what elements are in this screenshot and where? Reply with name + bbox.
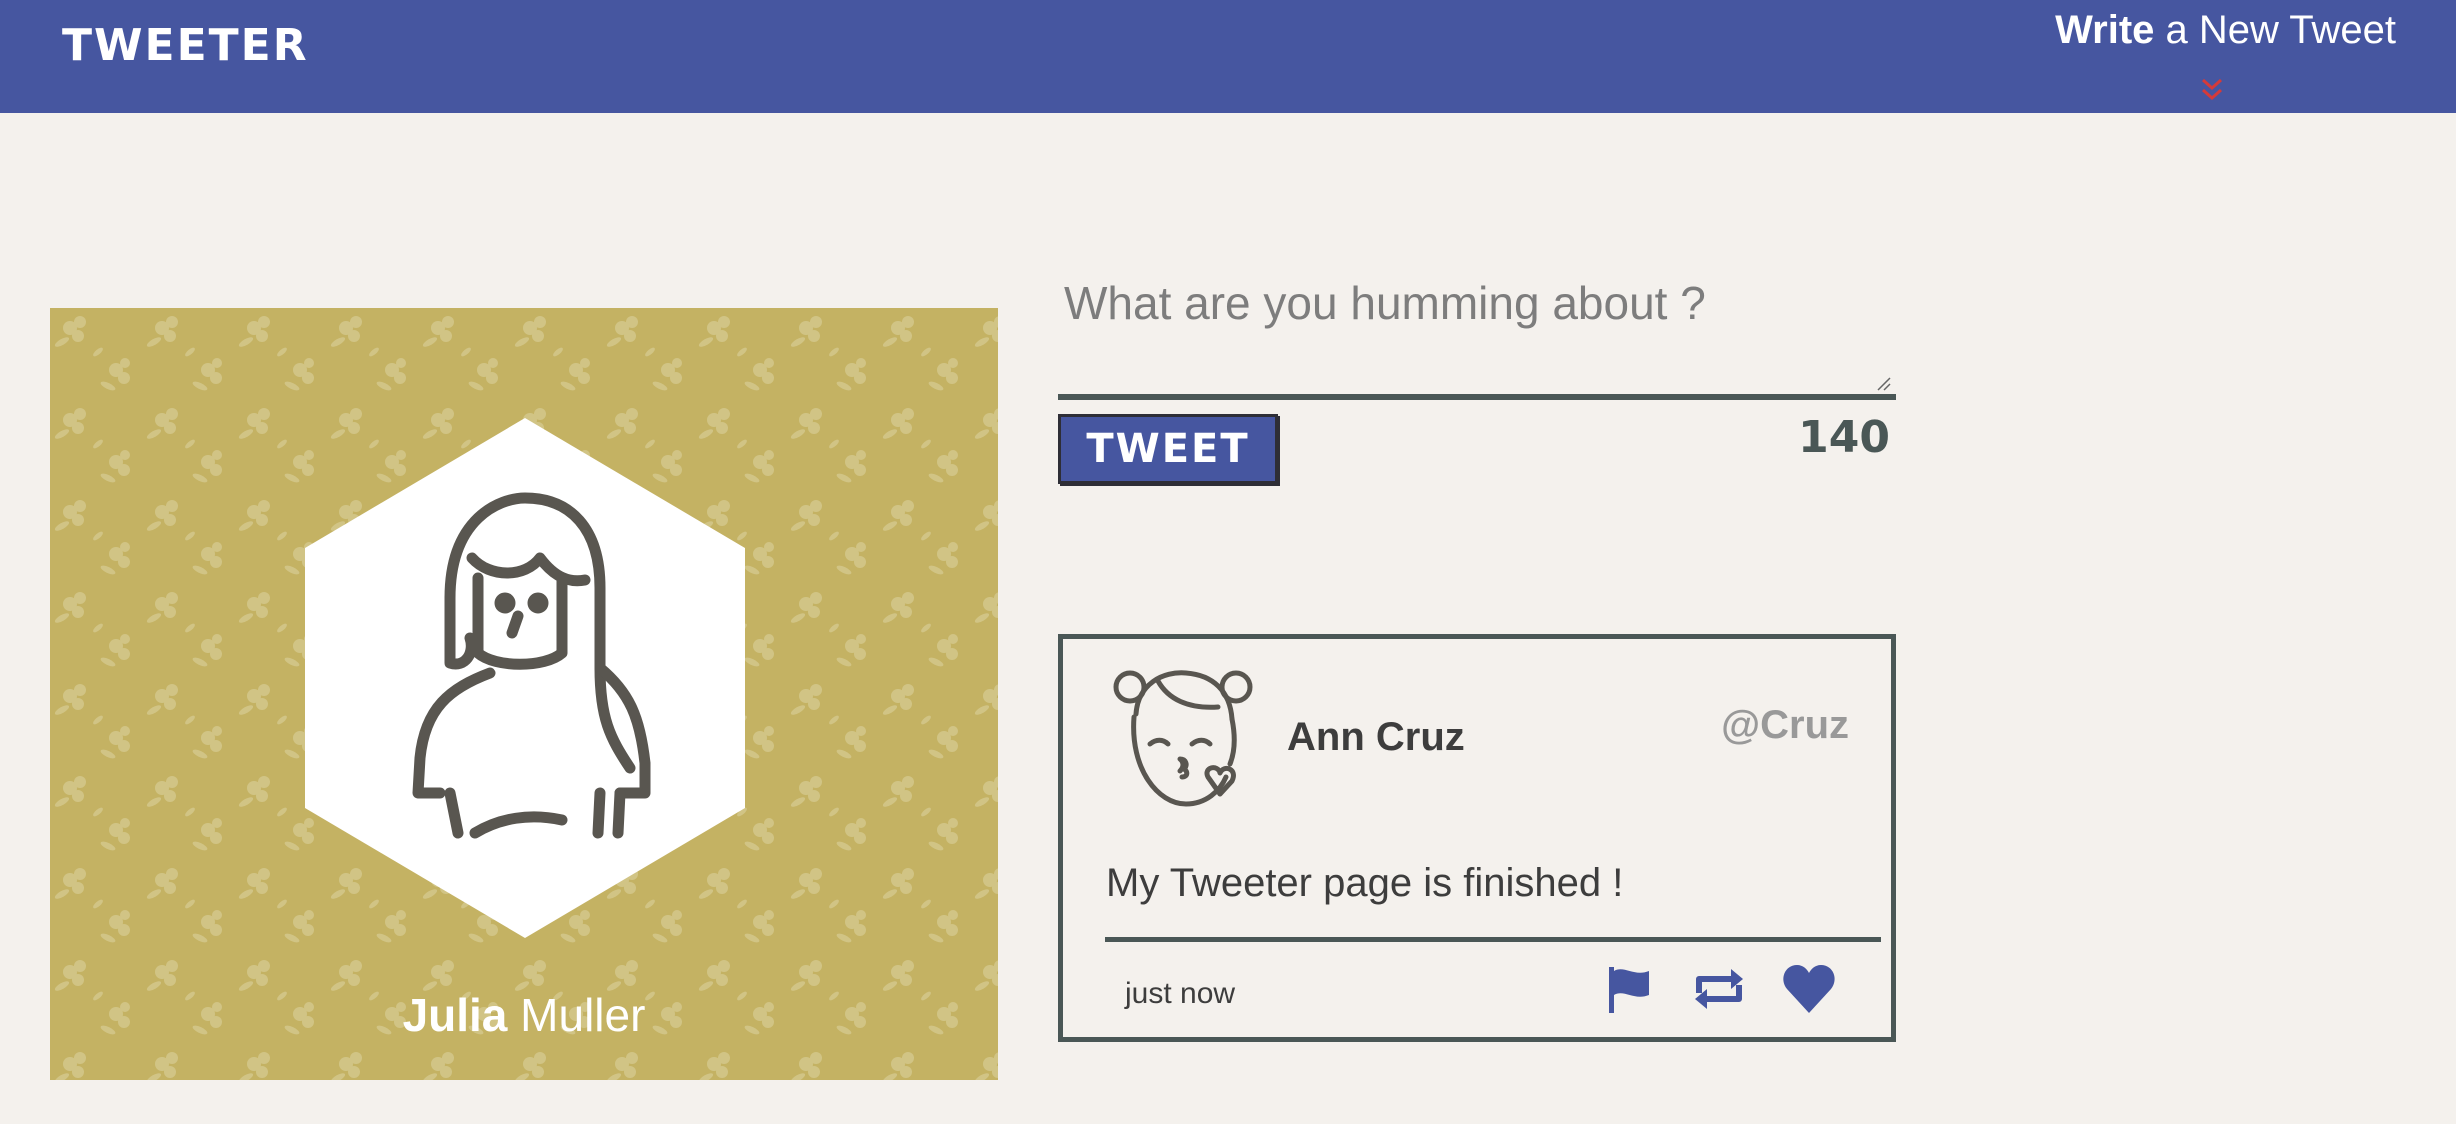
tweet-divider: [1105, 937, 1881, 942]
tweet-card: Ann Cruz @Cruz My Tweeter page is finish…: [1058, 634, 1896, 1042]
write-new-tweet-toggle[interactable]: Write a New Tweet: [1976, 6, 2396, 106]
girl-kiss-avatar-icon: [1113, 670, 1253, 807]
profile-first-name: Julia: [402, 989, 508, 1041]
write-label-bold: Write: [2055, 8, 2155, 52]
resize-handle-icon[interactable]: [1876, 376, 1892, 392]
profile-name: Julia Muller: [50, 988, 998, 1042]
flag-icon[interactable]: [1599, 959, 1659, 1019]
tweet-author-handle[interactable]: @Cruz: [1721, 703, 1849, 748]
heart-icon[interactable]: [1779, 959, 1839, 1019]
retweet-icon[interactable]: [1689, 959, 1749, 1019]
app-logo[interactable]: TWEETER: [62, 20, 309, 71]
profile-last-name: Muller: [507, 989, 646, 1041]
tweet-author-name[interactable]: Ann Cruz: [1287, 715, 1465, 760]
top-nav: TWEETER Write a New Tweet: [0, 0, 2456, 113]
tweet-button[interactable]: TWEET: [1058, 414, 1278, 484]
profile-card: Julia Muller: [50, 308, 998, 1080]
double-chevron-down-icon: [2202, 78, 2222, 101]
write-new-tweet-label: Write a New Tweet: [1976, 6, 2396, 54]
avatar-hexagon: [305, 418, 745, 938]
tweet-body: My Tweeter page is finished !: [1106, 861, 1624, 905]
tweet-textarea[interactable]: [1058, 262, 1896, 400]
tweet-composer: TWEET 140: [1058, 262, 1896, 484]
character-counter: 140: [1798, 412, 1890, 463]
tweet-timestamp: just now: [1125, 977, 1236, 1010]
write-label-rest: a New Tweet: [2154, 8, 2397, 52]
